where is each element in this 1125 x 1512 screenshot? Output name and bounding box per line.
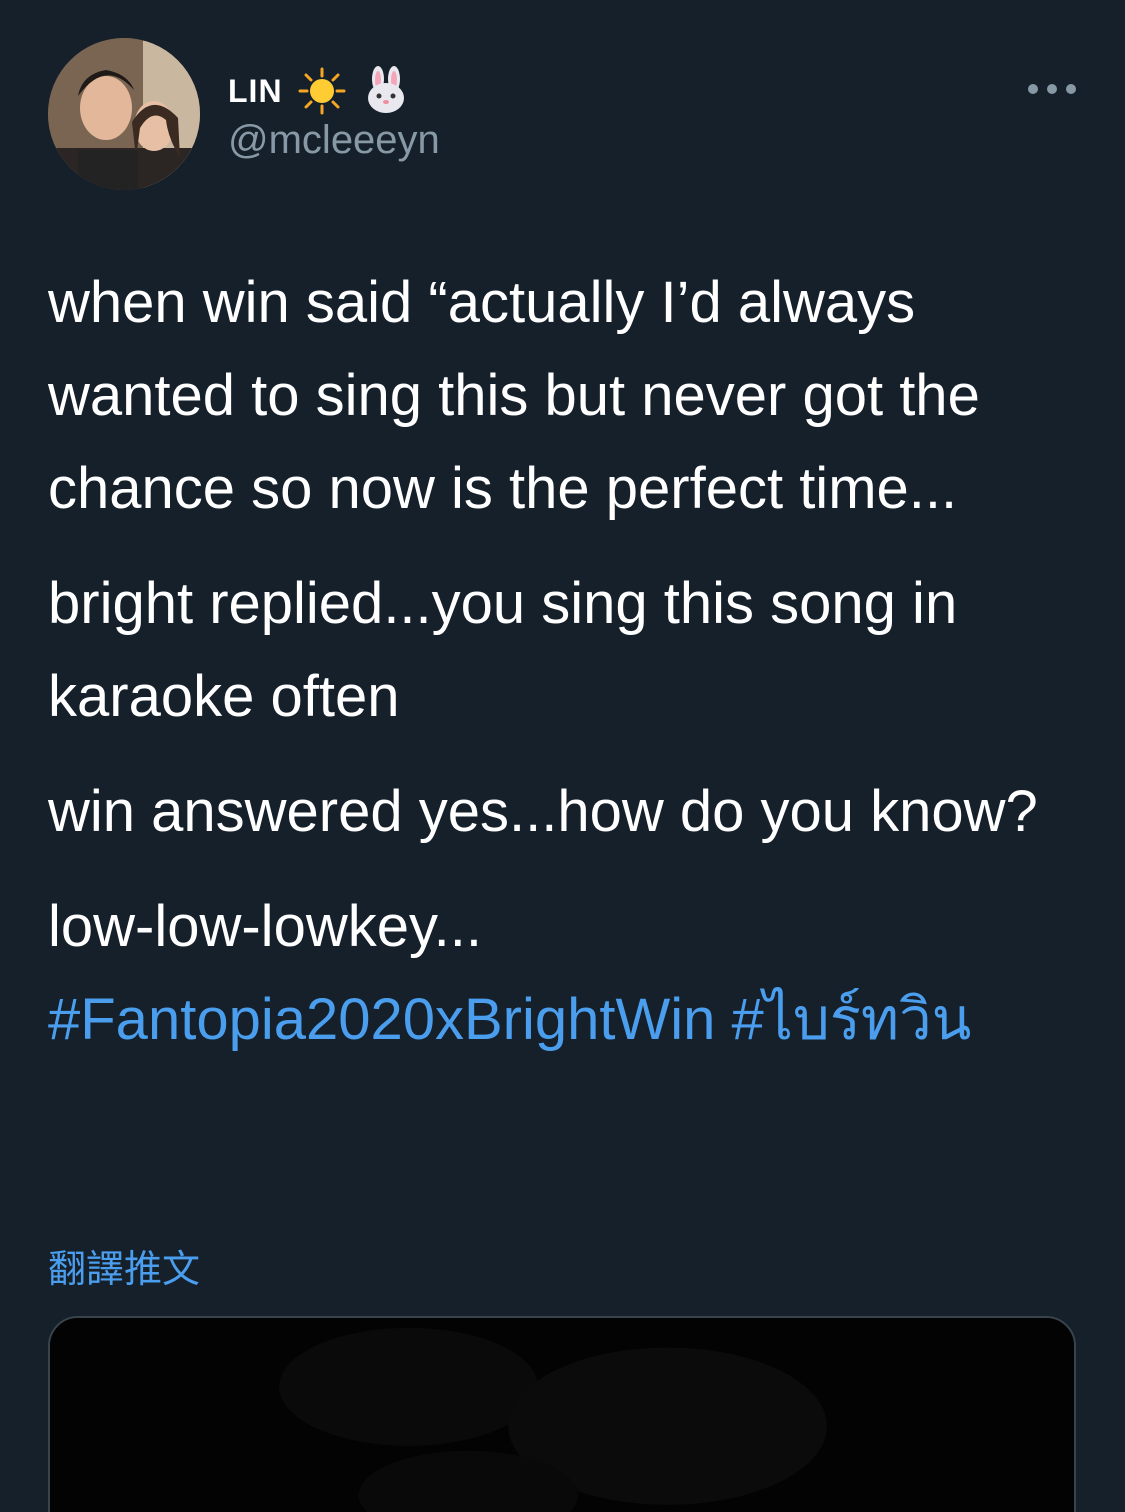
avatar-photo bbox=[48, 38, 200, 190]
more-options-button[interactable] bbox=[1028, 80, 1076, 98]
sun-emoji-icon bbox=[298, 67, 346, 115]
author-display-name[interactable]: LIN bbox=[228, 73, 283, 110]
tweet-paragraph: low-low-lowkey... bbox=[48, 894, 483, 959]
tweet-page: LIN @mcleeeyn when win said “actually I’… bbox=[0, 0, 1125, 1512]
tweet-paragraph: win answered yes...how do you know? bbox=[48, 779, 1038, 844]
translate-tweet-link[interactable]: 翻譯推文 bbox=[48, 1238, 200, 1293]
video-media-card[interactable] bbox=[48, 1316, 1076, 1512]
hashtag-row: #Fantopia2020xBrightWin #ไบร์ทวิน bbox=[48, 973, 1088, 1066]
hashtag-link[interactable]: #Fantopia2020xBrightWin bbox=[48, 987, 715, 1052]
tweet-text: when win said “actually I’d always wante… bbox=[48, 256, 1088, 1066]
video-thumbnail bbox=[50, 1318, 1074, 1512]
tweet-paragraph: bright replied...you sing this song in k… bbox=[48, 571, 958, 729]
author-avatar[interactable] bbox=[48, 38, 200, 190]
rabbit-face-icon bbox=[367, 66, 404, 113]
tweet-paragraph: when win said “actually I’d always wante… bbox=[48, 270, 980, 521]
more-dot-icon bbox=[1066, 84, 1076, 94]
author-handle[interactable]: @mcleeeyn bbox=[228, 118, 440, 163]
more-dot-icon bbox=[1028, 84, 1038, 94]
hashtag-link[interactable]: #ไบร์ทวิน bbox=[732, 987, 972, 1052]
author-name-row: LIN bbox=[228, 66, 411, 116]
more-dot-icon bbox=[1047, 84, 1057, 94]
